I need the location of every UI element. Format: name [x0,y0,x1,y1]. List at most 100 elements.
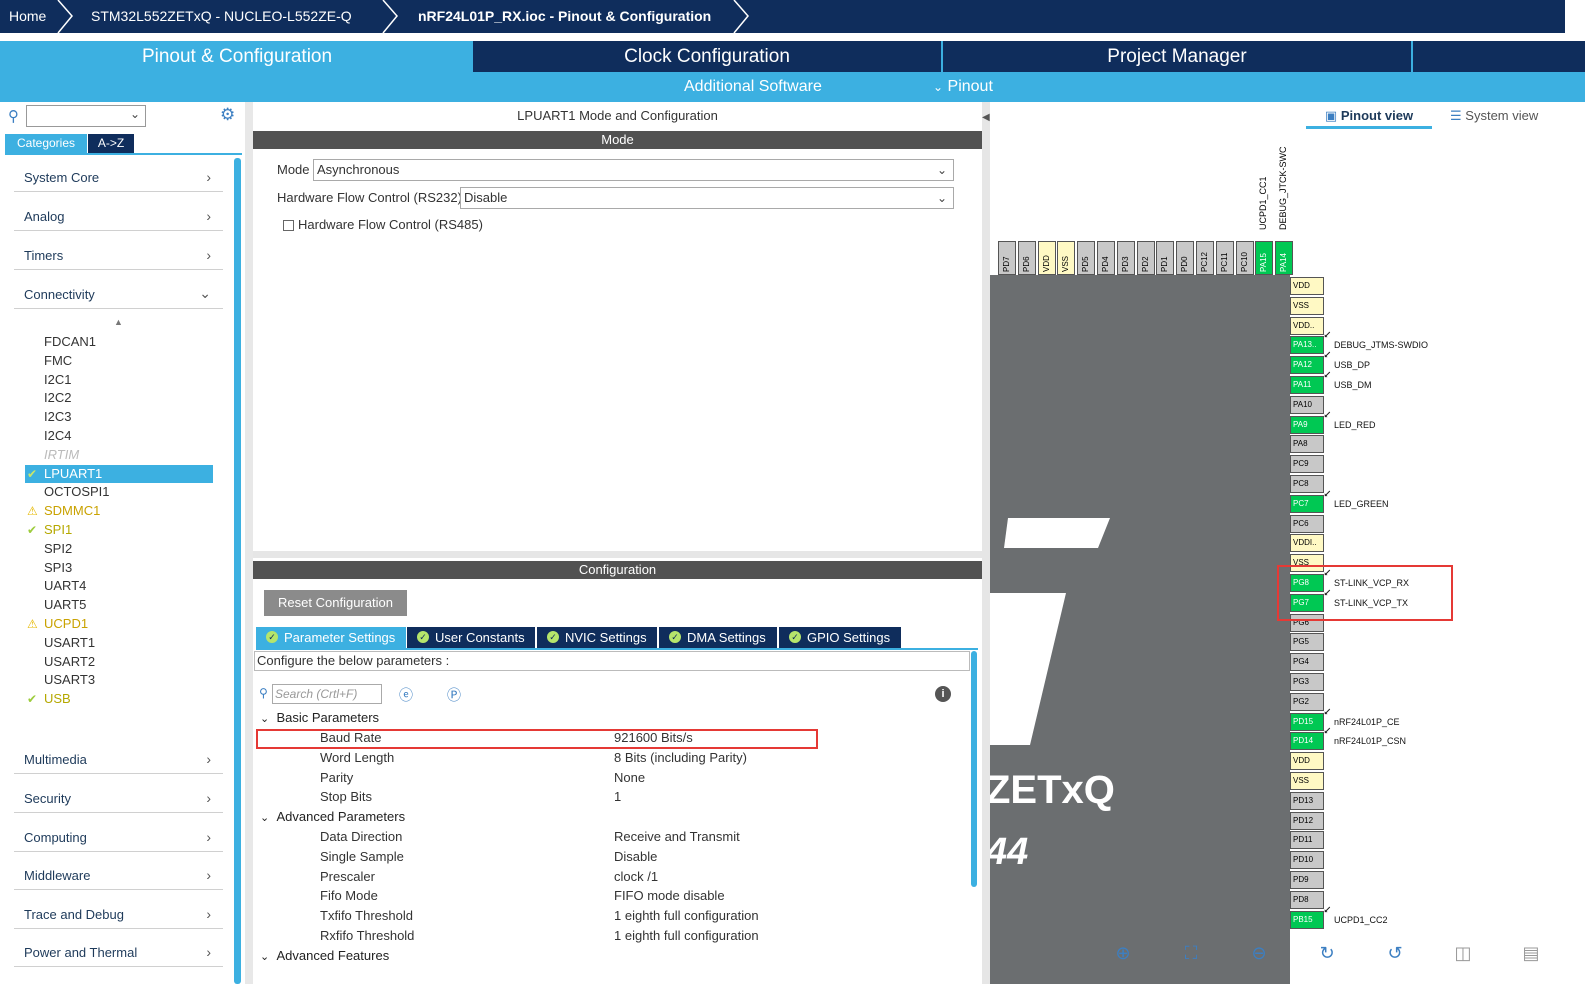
previous-icon[interactable]: ⓔ [399,685,413,705]
panel-divider[interactable] [253,551,982,558]
pin-pd5[interactable]: PD5 [1077,241,1096,275]
pin-pd2[interactable]: PD2 [1136,241,1155,275]
fit-screen-icon[interactable]: ⛶ [1178,940,1204,966]
pin-pd9[interactable]: PD9 [1290,871,1324,889]
pin-vddi[interactable]: VDDI.. [1290,534,1324,553]
param-row-word-length[interactable]: Word Length 8 Bits (including Parity) [254,748,969,768]
pinout-menu[interactable]: ⌄ Pinout [933,75,993,99]
pin-pg4[interactable]: PG4 [1290,653,1324,672]
pin-vdd[interactable]: VDD [1290,277,1324,295]
rotate-left-icon[interactable]: ↺ [1382,940,1408,966]
system-view-button[interactable]: ☰ System view [1450,107,1560,129]
tab-user-constants[interactable]: ✓ User Constants [407,627,535,648]
param-row-prescaler[interactable]: Prescaler clock /1 [254,867,969,887]
pin-pd4[interactable]: PD4 [1097,241,1115,275]
pin-pc11[interactable]: PC11 [1215,241,1234,275]
tab-parameter-settings[interactable]: ✓ Parameter Settings [256,627,406,648]
pin-pd8[interactable]: PD8 [1290,890,1324,909]
search-input[interactable]: ⌄ [26,105,146,127]
pin-vss[interactable]: VSS [1057,241,1076,275]
pin-pc9[interactable]: PC9 [1290,455,1324,474]
info-icon[interactable]: i [935,686,951,702]
sidebar-item-fdcan1[interactable]: FDCAN1 [25,333,213,351]
sidebar-item-usart3[interactable]: USART3 [25,671,213,689]
param-row-stop-bits[interactable]: Stop Bits 1 [254,787,969,807]
next-icon[interactable]: Ⓟ [447,685,461,705]
reset-configuration-button[interactable]: Reset Configuration [264,590,407,616]
sidebar-item-spi2[interactable]: SPI2 [25,540,213,558]
pin-pd11[interactable]: PD11 [1290,831,1324,850]
category-security[interactable]: Security › [14,783,223,813]
category-power-and-thermal[interactable]: Power and Thermal › [14,937,223,967]
pin-vss[interactable]: VSS [1290,772,1324,790]
sidebar-item-lpuart1[interactable]: ✔ LPUART1 [25,464,213,483]
pin-pa15[interactable]: PA15 [1255,241,1274,275]
pin-pd14[interactable]: PD14 [1290,732,1324,751]
sidebar-item-fmc[interactable]: FMC [25,352,213,370]
tab-nvic-settings[interactable]: ✓ NVIC Settings [537,627,657,648]
pin-pd15[interactable]: PD15 [1290,712,1324,731]
sidebar-item-ucpd1[interactable]: ⚠ UCPD1 [25,615,213,633]
pin-pg3[interactable]: PG3 [1290,673,1324,691]
pin-pd3[interactable]: PD3 [1116,241,1135,275]
zoom-out-icon[interactable]: ⊖ [1246,940,1272,966]
pin-pa11[interactable]: PA11 [1290,376,1324,394]
pin-pd1[interactable]: PD1 [1156,241,1175,275]
sidebar-item-i2c1[interactable]: I2C1 [25,371,213,389]
mode-select[interactable]: Asynchronous ⌄ [313,159,954,181]
param-row-rxfifo-threshold[interactable]: Rxfifo Threshold 1 eighth full configurat… [254,926,969,946]
pinout-view-button[interactable]: ▣ Pinout view [1306,107,1432,129]
tab-gpio-settings[interactable]: ✓ GPIO Settings [779,627,901,648]
sidebar-item-i2c3[interactable]: I2C3 [25,408,213,426]
sidebar-item-usb[interactable]: ✔ USB [25,690,213,708]
tab-project-manager[interactable]: Project Manager [943,41,1411,72]
pin-pd12[interactable]: PD12 [1290,811,1324,830]
category-analog[interactable]: Analog › [14,201,223,231]
collapse-arrow-icon[interactable]: ◀ [982,112,990,123]
gear-icon[interactable]: ⚙ [220,105,235,125]
rotate-right-icon[interactable]: ↻ [1314,940,1340,966]
tab-categories[interactable]: Categories [5,134,87,153]
param-row-fifo-mode[interactable]: Fifo Mode FIFO mode disable [254,886,969,906]
pin-pc7[interactable]: PC7 [1290,494,1324,513]
splitter-right[interactable]: ◀ [982,102,990,984]
pin-pd10[interactable]: PD10 [1290,851,1324,870]
category-multimedia[interactable]: Multimedia › [14,744,223,774]
pin-pa9[interactable]: PA9 [1290,415,1324,434]
tab-additional-software[interactable]: Additional Software [684,75,822,99]
sidebar-scrollbar[interactable] [234,158,241,984]
pin-pg5[interactable]: PG5 [1290,633,1324,652]
flip-vertical-icon[interactable]: ▤ [1518,940,1544,966]
group-advanced-features[interactable]: ⌄ Advanced Features [260,946,389,967]
param-scrollbar[interactable] [971,651,977,887]
tab-clock-configuration[interactable]: Clock Configuration [473,41,941,72]
param-row-single-sample[interactable]: Single Sample Disable [254,847,969,867]
pin-vdd[interactable]: VDD [1037,241,1056,275]
sidebar-item-uart4[interactable]: UART4 [25,577,213,595]
category-timers[interactable]: Timers › [14,240,223,270]
hwfc-rs232-select[interactable]: Disable ⌄ [460,187,954,209]
sidebar-item-spi1[interactable]: ✔ SPI1 [25,521,213,539]
pin-pc10[interactable]: PC10 [1235,241,1254,275]
pin-pb15[interactable]: PB15 [1290,910,1324,929]
pin-pa8[interactable]: PA8 [1290,435,1324,454]
param-search-input[interactable]: Search (Crtl+F) [272,684,382,704]
splitter-left[interactable] [245,102,253,984]
sidebar-item-sdmmc1[interactable]: ⚠ SDMMC1 [25,502,213,520]
pin-pa10[interactable]: PA10 [1290,395,1324,414]
param-row-txfifo-threshold[interactable]: Txfifo Threshold 1 eighth full configurat… [254,906,969,926]
sidebar-item-octospi1[interactable]: OCTOSPI1 [25,483,213,501]
pin-pa12[interactable]: PA12 [1290,356,1324,375]
zoom-in-icon[interactable]: ⊕ [1110,940,1136,966]
sidebar-item-i2c2[interactable]: I2C2 [25,389,213,407]
sidebar-item-uart5[interactable]: UART5 [25,596,213,614]
pin-pd0[interactable]: PD0 [1176,241,1195,275]
pin-pd13[interactable]: PD13 [1290,791,1324,810]
tab-a-z[interactable]: A->Z [88,134,134,153]
category-trace-and-debug[interactable]: Trace and Debug › [14,899,223,929]
pin-pa13[interactable]: PA13.. [1290,336,1324,355]
param-row-data-direction[interactable]: Data Direction Receive and Transmit [254,827,969,847]
flip-horizontal-icon[interactable]: ◫ [1450,940,1476,966]
pin-vss[interactable]: VSS [1290,296,1324,315]
pin-pa14[interactable]: PA14 [1275,241,1294,275]
